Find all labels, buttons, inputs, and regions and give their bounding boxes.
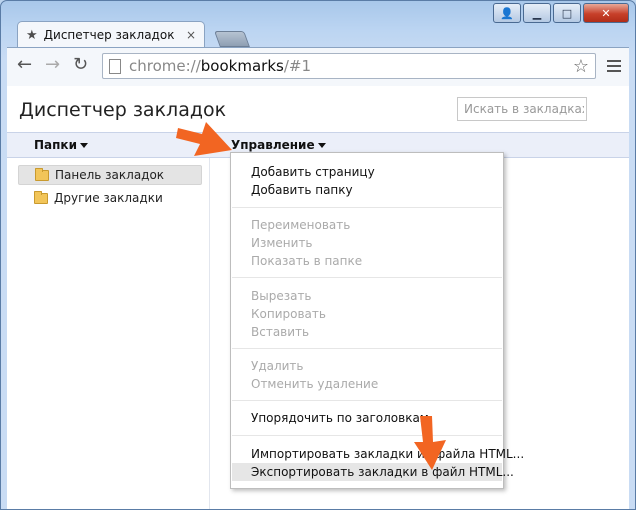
menu-item-edit[interactable]: Изменить xyxy=(232,234,502,252)
caret-down-icon xyxy=(79,143,88,148)
folder-icon xyxy=(34,190,48,204)
menu-item-undo-delete[interactable]: Отменить удаление xyxy=(232,375,502,393)
manage-menu[interactable]: Управление xyxy=(231,138,326,152)
menu-separator xyxy=(232,400,502,401)
tree-item-label: Панель закладок xyxy=(55,168,165,182)
orange-arrow-icon xyxy=(176,122,232,156)
folders-label: Папки xyxy=(34,138,77,152)
tab-close-icon[interactable]: × xyxy=(186,28,196,42)
folders-menu[interactable]: Папки xyxy=(34,138,88,152)
menu-separator xyxy=(232,348,502,349)
maximize-button[interactable]: □ xyxy=(553,3,581,23)
menu-item-import-html[interactable]: Импортировать закладки из файла HTML... xyxy=(232,445,524,463)
tree-item-other-bookmarks[interactable]: Другие закладки xyxy=(18,188,202,208)
minimize-button[interactable]: ▁ xyxy=(523,3,551,23)
reload-icon[interactable]: ↻ xyxy=(73,56,88,74)
tab-title: Диспетчер закладок xyxy=(43,28,175,42)
menu-item-add-page[interactable]: Добавить страницу xyxy=(232,163,502,181)
forward-icon[interactable]: → xyxy=(45,56,60,74)
menu-separator xyxy=(232,435,502,436)
new-tab-button[interactable] xyxy=(214,31,250,47)
tree-item-label: Другие закладки xyxy=(54,191,163,205)
menu-item-copy[interactable]: Копировать xyxy=(232,305,502,323)
star-icon: ★ xyxy=(26,27,38,43)
caret-down-icon xyxy=(317,143,326,148)
menu-separator xyxy=(232,207,502,208)
manage-label: Управление xyxy=(231,138,315,152)
tree-item-bookmarks-bar[interactable]: Панель закладок xyxy=(18,165,202,185)
menu-item-paste[interactable]: Вставить xyxy=(232,323,502,341)
search-input[interactable] xyxy=(457,97,587,121)
menu-separator xyxy=(232,277,502,278)
toolbar: ← → ↻ chrome://bookmarks/#1 ☆ xyxy=(7,47,629,86)
menu-item-sort-by-title[interactable]: Упорядочить по заголовкам xyxy=(232,409,502,427)
url-scheme: chrome:// xyxy=(129,57,201,75)
window-controls: 👤 ▁ □ ✕ xyxy=(493,3,629,23)
menu-item-show-in-folder[interactable]: Показать в папке xyxy=(232,252,502,270)
chrome-menu-icon[interactable] xyxy=(607,60,621,75)
minimize-icon: ▁ xyxy=(532,6,542,20)
url-path: /#1 xyxy=(283,57,311,75)
menu-item-delete[interactable]: Удалить xyxy=(232,357,502,375)
close-icon: ✕ xyxy=(601,6,611,20)
back-icon[interactable]: ← xyxy=(17,56,32,74)
manage-dropdown-menu: Добавить страницу Добавить папку Переиме… xyxy=(230,152,524,489)
menu-item-cut[interactable]: Вырезать xyxy=(232,287,502,305)
tab-bookmark-manager[interactable]: ★ Диспетчер закладок × xyxy=(17,21,205,48)
page-icon xyxy=(109,58,121,74)
user-button[interactable]: 👤 xyxy=(493,3,521,23)
close-window-button[interactable]: ✕ xyxy=(583,3,629,23)
url-host: bookmarks xyxy=(200,57,284,75)
address-bar[interactable]: chrome://bookmarks/#1 ☆ xyxy=(102,53,596,79)
folder-icon xyxy=(35,167,49,181)
folder-tree: Панель закладок Другие закладки xyxy=(7,158,210,509)
maximize-icon: □ xyxy=(561,6,573,20)
menu-item-rename[interactable]: Переименовать xyxy=(232,216,502,234)
menu-item-add-folder[interactable]: Добавить папку xyxy=(232,181,502,199)
user-icon: 👤 xyxy=(500,6,514,20)
menu-item-export-html[interactable]: Экспортировать закладки в файл HTML... xyxy=(232,463,514,481)
orange-arrow-icon xyxy=(414,416,446,470)
bookmark-star-icon[interactable]: ☆ xyxy=(573,56,589,77)
